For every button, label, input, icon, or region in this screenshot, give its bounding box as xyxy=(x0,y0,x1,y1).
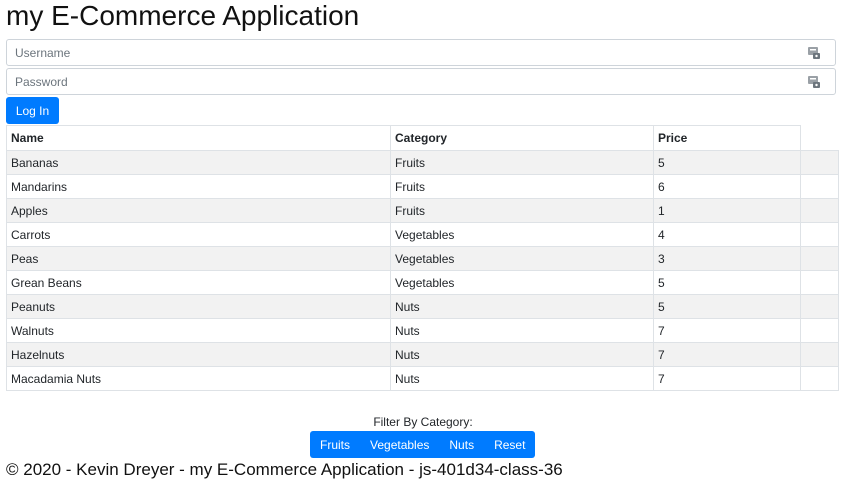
password-field[interactable] xyxy=(6,68,836,95)
username-input[interactable] xyxy=(7,40,803,65)
products-table: Name Category Price Bananas Fruits 5 Mandar… xyxy=(6,125,839,391)
cell-price: 5 xyxy=(653,270,801,295)
table-row: Peas Vegetables 3 xyxy=(6,246,839,271)
column-header-category: Category xyxy=(390,125,654,151)
key-icon[interactable] xyxy=(807,75,821,89)
table-row: Apples Fruits 1 xyxy=(6,198,839,223)
cell-price: 7 xyxy=(653,366,801,391)
cell-category: Nuts xyxy=(390,366,654,391)
cell-empty xyxy=(800,270,839,295)
filter-nuts-button[interactable]: Nuts xyxy=(439,431,485,458)
column-header-name: Name xyxy=(6,125,391,151)
cell-price: 3 xyxy=(653,246,801,271)
cell-name: Grean Beans xyxy=(6,270,391,295)
username-field[interactable] xyxy=(6,39,836,66)
cell-name: Walnuts xyxy=(6,318,391,343)
table-row: Hazelnuts Nuts 7 xyxy=(6,342,839,367)
table-row: Walnuts Nuts 7 xyxy=(6,318,839,343)
table-row: Macadamia Nuts Nuts 7 xyxy=(6,366,839,391)
table-row: Grean Beans Vegetables 5 xyxy=(6,270,839,295)
cell-category: Vegetables xyxy=(390,222,654,247)
table-header-row: Name Category Price xyxy=(6,125,839,151)
cell-name: Hazelnuts xyxy=(6,342,391,367)
cell-name: Carrots xyxy=(6,222,391,247)
filter-label: Filter By Category: xyxy=(373,415,473,429)
filter-reset-button[interactable]: Reset xyxy=(484,431,536,458)
cell-category: Nuts xyxy=(390,294,654,319)
login-button[interactable]: Log In xyxy=(6,97,59,124)
cell-price: 5 xyxy=(653,150,801,175)
cell-category: Nuts xyxy=(390,342,654,367)
cell-category: Vegetables xyxy=(390,270,654,295)
cell-category: Vegetables xyxy=(390,246,654,271)
filter-fruits-button[interactable]: Fruits xyxy=(310,431,360,458)
cell-name: Peas xyxy=(6,246,391,271)
cell-price: 5 xyxy=(653,294,801,319)
filter-button-group: Fruits Vegetables Nuts Reset xyxy=(310,431,536,458)
cell-category: Nuts xyxy=(390,318,654,343)
cell-price: 7 xyxy=(653,318,801,343)
cell-name: Apples xyxy=(6,198,391,223)
cell-empty xyxy=(800,342,839,367)
table-row: Peanuts Nuts 5 xyxy=(6,294,839,319)
table-row: Mandarins Fruits 6 xyxy=(6,174,839,199)
table-row: Bananas Fruits 5 xyxy=(6,150,839,175)
key-icon[interactable] xyxy=(807,46,821,60)
cell-price: 7 xyxy=(653,342,801,367)
column-header-price: Price xyxy=(653,125,801,151)
cell-name: Peanuts xyxy=(6,294,391,319)
cell-empty xyxy=(800,174,839,199)
cell-price: 4 xyxy=(653,222,801,247)
cell-category: Fruits xyxy=(390,174,654,199)
page-title: my E-Commerce Application xyxy=(6,0,360,31)
cell-empty xyxy=(800,294,839,319)
filter-vegetables-button[interactable]: Vegetables xyxy=(360,431,440,458)
cell-empty xyxy=(800,150,839,175)
cell-empty xyxy=(800,246,839,271)
cell-price: 6 xyxy=(653,174,801,199)
cell-price: 1 xyxy=(653,198,801,223)
cell-empty xyxy=(800,198,839,223)
cell-name: Mandarins xyxy=(6,174,391,199)
column-header-empty xyxy=(800,125,839,151)
cell-name: Macadamia Nuts xyxy=(6,366,391,391)
cell-empty xyxy=(800,366,839,391)
cell-category: Fruits xyxy=(390,198,654,223)
cell-empty xyxy=(800,222,839,247)
cell-name: Bananas xyxy=(6,150,391,175)
cell-empty xyxy=(800,318,839,343)
cell-category: Fruits xyxy=(390,150,654,175)
table-row: Carrots Vegetables 4 xyxy=(6,222,839,247)
footer-text: © 2020 - Kevin Dreyer - my E-Commerce Ap… xyxy=(6,460,563,479)
password-input[interactable] xyxy=(7,69,803,94)
